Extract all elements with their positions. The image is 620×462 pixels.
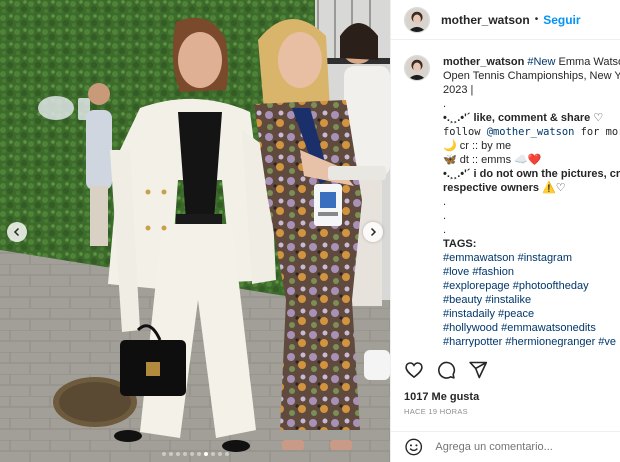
caption-line: #harrypotter #hermionegranger #ve (443, 335, 620, 347)
post-photo[interactable] (0, 0, 390, 462)
carousel-next-button[interactable] (363, 222, 383, 242)
caption-text: 🦋 dt :: emms ☁️❤️ (443, 154, 542, 166)
caption-line: . (443, 97, 620, 111)
caption-text: TAGS: (443, 238, 477, 250)
caption-line: respective owners ⚠️♡ (443, 181, 620, 195)
caption-row: mother_watson #New Emma Watson at the US… (391, 41, 620, 347)
carousel-dot (189, 452, 194, 456)
comment-input[interactable] (435, 441, 620, 453)
hashtag-link[interactable]: #beauty #instalike (443, 294, 531, 306)
caption-line: . (443, 209, 620, 223)
carousel-prev-button[interactable] (7, 222, 27, 242)
caption-line: . (443, 223, 620, 237)
caption-line: 2023 | (443, 83, 620, 97)
caption-username-link[interactable]: mother_watson (443, 56, 524, 68)
carousel-dot (210, 452, 215, 456)
caption-line: #love #fashion (443, 265, 620, 279)
caption-line: mother_watson #New Emma Watson at the US (443, 55, 620, 69)
chevron-left-icon (13, 227, 20, 237)
caption-text: . (443, 196, 447, 208)
hashtag-link[interactable]: #hollywood #emmawatsonedits (443, 322, 596, 334)
username-link[interactable]: mother_watson (441, 13, 530, 27)
comment-icon[interactable] (436, 360, 456, 380)
share-icon[interactable] (468, 360, 488, 380)
caption-line: TAGS: (443, 237, 620, 251)
caption-text: like, (473, 112, 498, 124)
caption-line: 🌙 cr :: by me (443, 139, 620, 153)
caption-text: ⚠️ (542, 182, 556, 194)
profile-picture (405, 7, 429, 32)
hashtag-link[interactable]: #emmawatson #instagram (443, 252, 572, 264)
hashtag-link[interactable]: @mother_watson (487, 126, 575, 138)
caption-text: Emma Watson at the US (558, 56, 620, 68)
caption-text: 2023 | (443, 84, 474, 96)
post-caption: mother_watson #New Emma Watson at the US… (443, 55, 620, 347)
avatar[interactable] (404, 6, 430, 33)
caption-line: #explorepage #photooftheday (443, 279, 620, 293)
caption-line: #instadaily #peace (443, 307, 620, 321)
hashtag-link[interactable]: #New (527, 56, 555, 68)
caption-text: comment (497, 112, 547, 124)
carousel-dot (196, 452, 201, 456)
caption-text: Open Tennis Championships, New York | 2 (443, 70, 620, 82)
photo-illustration (0, 0, 390, 462)
post-header: mother_watson • Seguir (391, 0, 620, 40)
caption-text: follow (443, 126, 487, 138)
caption-line: #emmawatson #instagram (443, 251, 620, 265)
hashtag-link[interactable]: #love #fashion (443, 266, 514, 278)
follow-button[interactable]: Seguir (543, 13, 580, 27)
caption-text: i do not own the pictures, cred (473, 168, 620, 180)
caption-line: 🦋 dt :: emms ☁️❤️ (443, 153, 620, 167)
carousel-dot (217, 452, 222, 456)
carousel-dot (203, 452, 208, 456)
caption-line: •.¸¸.•'´ like, comment & share ♡ (443, 111, 620, 125)
caption-text: . (443, 210, 447, 222)
caption-scroll-area[interactable]: mother_watson #New Emma Watson at the US… (391, 41, 620, 347)
caption-line: Open Tennis Championships, New York | 2 (443, 69, 620, 83)
carousel-dot (161, 452, 166, 456)
caption-line: #beauty #instalike (443, 293, 620, 307)
caption-text: & share ♡ (546, 112, 604, 124)
carousel-dot (182, 452, 187, 456)
caption-text: . (443, 224, 447, 236)
caption-text: ♡ (555, 182, 566, 194)
hashtag-link[interactable]: #explorepage #photooftheday (443, 280, 589, 292)
carousel-indicator (0, 452, 390, 456)
emoji-icon[interactable] (404, 437, 423, 457)
header-separator: • (534, 14, 539, 25)
caption-text: . (443, 98, 447, 110)
caption-text: for more (580, 126, 620, 138)
caption-line: #hollywood #emmawatsonedits (443, 321, 620, 335)
caption-text: 🌙 cr :: by me (443, 140, 512, 152)
hashtag-link[interactable]: #harrypotter #hermionegranger #ve (443, 336, 616, 347)
post-side-panel: mother_watson • Seguir mother_watson #Ne… (390, 0, 620, 462)
carousel-dot (175, 452, 180, 456)
caption-text: respective owners (443, 182, 543, 194)
heart-icon[interactable] (404, 360, 424, 380)
likes-count[interactable]: 1017 Me gusta (404, 391, 479, 403)
carousel-dot (224, 452, 229, 456)
chevron-right-icon (370, 227, 377, 237)
carousel-dot (168, 452, 173, 456)
profile-picture (405, 56, 429, 80)
comment-bar (391, 431, 620, 462)
caption-line: •.¸¸.•'´ i do not own the pictures, cred (443, 167, 620, 181)
post-actions (391, 356, 620, 384)
caption-line: follow @mother_watson for more (443, 125, 620, 139)
hashtag-link[interactable]: #instadaily #peace (443, 308, 534, 320)
caption-line: . (443, 195, 620, 209)
caption-text: •.¸¸.•'´ (443, 112, 474, 124)
caption-avatar[interactable] (404, 55, 430, 81)
instagram-post: mother_watson • Seguir mother_watson #Ne… (0, 0, 620, 462)
post-timestamp[interactable]: HACE 19 HORAS (404, 407, 468, 416)
caption-text: •.¸¸.•'´ (443, 168, 474, 180)
